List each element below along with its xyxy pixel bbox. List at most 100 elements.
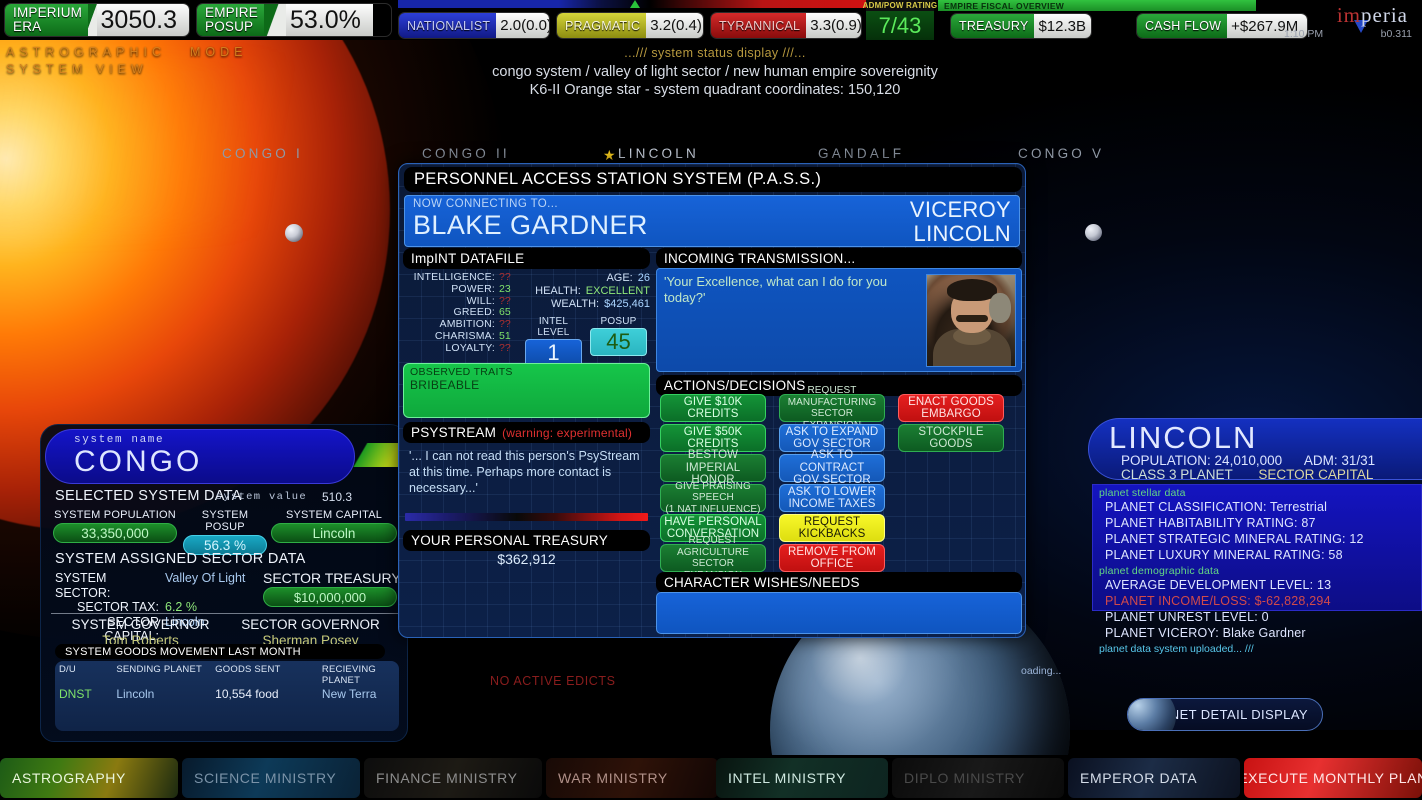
table-header-row: D/U SENDING PLANET GOODS SENT RECIEVING …: [59, 664, 376, 686]
no-active-edicts-label: NO ACTIVE EDICTS: [490, 674, 616, 688]
nav-astrography[interactable]: ASTROGRAPHY: [0, 758, 178, 798]
datafile-left-stats: INTELLIGENCE:?? POWER: 23 WILL:?? GREED: 6…: [403, 271, 521, 355]
faction-balance-strip: [398, 0, 934, 8]
incoming-transmission-body: 'Your Excellence, what can I do for you …: [656, 268, 1022, 372]
planet-population-row: POPULATION: 24,010,000 ADM: 31/31: [1121, 453, 1376, 468]
faction-tyrannical[interactable]: TYRANNICAL 3.3(0.9): [710, 12, 862, 39]
stat-row: CHARISMA: 51: [434, 329, 511, 342]
system-capital-cell[interactable]: SYSTEM CAPITAL Lincoln: [271, 509, 397, 543]
stat-row: POWER: 23: [451, 282, 511, 295]
personal-treasury-header: YOUR PERSONAL TREASURY: [403, 530, 650, 551]
astrographic-mode-label: ASTROGRAPHIC SYSTEM VIEW: [6, 45, 167, 76]
action-enact-goods-embargo[interactable]: ENACT GOODS EMBARGO: [898, 394, 1004, 422]
nav-war-ministry[interactable]: WAR MINISTRY: [546, 758, 718, 798]
psystream-header: PSYSTREAM (warning: experimental): [403, 422, 650, 443]
system-population-cell[interactable]: SYSTEM POPULATION 33,350,000: [53, 509, 177, 543]
system-info-panel: SV system name CONGO SELECTED SYSTEM DAT…: [40, 424, 423, 742]
planet-marker-congo-v[interactable]: [1085, 224, 1102, 241]
action-ask-to-lower-income-taxes[interactable]: ASK TO LOWER INCOME TAXES: [779, 484, 885, 512]
action-give-50k-credits[interactable]: GIVE $50K CREDITS: [660, 424, 766, 452]
empire-posup-label: EMPIRE POSUP: [197, 4, 264, 36]
demographic-line: PLANET VICEROY: Blake Gardner: [1105, 626, 1306, 640]
nav-finance-ministry[interactable]: FINANCE MINISTRY: [364, 758, 542, 798]
system-posup-cell[interactable]: SYSTEM POSUP 56.3 %: [183, 509, 267, 555]
transmission-text: 'Your Excellence, what can I do for you …: [664, 274, 888, 305]
demographic-line: AVERAGE DEVELOPMENT LEVEL: 13: [1105, 578, 1332, 592]
treasury-label: TREASURY: [951, 14, 1035, 38]
personal-treasury-value: $362,912: [497, 551, 556, 567]
planet-marker-congo-i[interactable]: [285, 224, 303, 242]
system-status-display: .../// system status display ///... cong…: [400, 46, 1030, 98]
nav-science-ministry[interactable]: SCIENCE MINISTRY: [182, 758, 360, 798]
planet-tab-congo-v[interactable]: CONGO V: [1018, 146, 1104, 161]
imperium-era-stat[interactable]: IMPERIUM ERA 3050.3: [4, 3, 190, 37]
action-give-10k-credits[interactable]: GIVE $10K CREDITS: [660, 394, 766, 422]
brand-logo: imperia 1:10 PM b0.311: [1284, 2, 1416, 40]
admpow-rating-value: 7/43: [866, 11, 934, 40]
goods-movement-header: SYSTEM GOODS MOVEMENT LAST MONTH: [55, 644, 385, 659]
table-row[interactable]: DNST Lincoln 10,554 food New Terra: [55, 686, 399, 701]
intel-level-label: INTEL LEVEL: [537, 316, 570, 338]
stellar-line: PLANET HABITABILITY RATING: 87: [1105, 516, 1316, 530]
person-name: BLAKE GARDNER: [413, 210, 648, 240]
treasury-stat[interactable]: TREASURY $12.3B: [950, 13, 1092, 39]
nav-emperor-data[interactable]: EMPEROR DATA: [1068, 758, 1240, 798]
connecting-label: NOW CONNECTING TO...: [413, 198, 558, 210]
datafile-right-stats: AGE: 26 HEALTH: EXCELLENT WEALTH: $425,461: [525, 272, 650, 311]
demographic-data-header: planet demographic data: [1099, 565, 1220, 577]
posup-label: POSUP: [600, 316, 637, 327]
actions-decisions-grid: GIVE $10K CREDITS GIVE $50K CREDITS BEST…: [660, 385, 1020, 581]
faction-nationalist[interactable]: NATIONALIST 2.0(0.0): [398, 12, 550, 39]
empire-posup-stat[interactable]: EMPIRE POSUP 53.0%: [196, 3, 392, 37]
action-request-agriculture-sector-expansion[interactable]: REQUEST AGRICULTURESECTOR EXPANSION: [660, 535, 766, 581]
action-bestow-imperial-honor[interactable]: BESTOW IMPERIAL HONOR: [660, 449, 766, 486]
psystream-text: '... I can not read this person's PsyStr…: [409, 449, 640, 495]
brand-wordmark: imperia: [1336, 3, 1408, 27]
character-wishes-body: [656, 592, 1022, 634]
faction-tyrannical-value: 3.3(0.9): [806, 13, 861, 38]
action-ask-to-expand-gov-sector[interactable]: ASK TO EXPAND GOV SECTOR: [779, 424, 885, 452]
empire-posup-value: 53.0%: [285, 4, 373, 36]
treasury-value: $12.3B: [1034, 14, 1091, 38]
stellar-line: PLANET STRATEGIC MINERAL RATING: 12: [1105, 532, 1364, 546]
action-request-manufacturing-sector-expansion[interactable]: REQUEST MANUFACTURINGSECTOR EXPANSION: [779, 385, 885, 431]
planet-tab-congo-i[interactable]: CONGO I: [222, 146, 303, 161]
impint-datafile-header: ImpINT DATAFILE: [403, 248, 650, 269]
stat-row: HEALTH: EXCELLENT: [535, 285, 650, 297]
planet-tab-gandalf[interactable]: GANDALF: [818, 146, 904, 161]
cash-flow-stat[interactable]: CASH FLOW +$267.9M: [1136, 13, 1308, 39]
demographic-line: PLANET UNREST LEVEL: 0: [1105, 610, 1269, 624]
planet-tab-lincoln[interactable]: LINCOLN: [618, 146, 699, 161]
portrait-moustache: [956, 315, 988, 322]
imperium-era-value: 3050.3: [96, 4, 189, 36]
nav-diplo-ministry[interactable]: DIPLO MINISTRY: [892, 758, 1064, 798]
nav-intel-ministry[interactable]: INTEL MINISTRY: [716, 758, 888, 798]
observed-traits-panel: OBSERVED TRAITS BRIBEABLE: [403, 363, 650, 418]
system-name-value: CONGO: [74, 445, 203, 478]
status-line-3: K6-II Orange star - system quadrant coor…: [529, 82, 901, 98]
sector-data-header: SYSTEM ASSIGNED SECTOR DATA: [55, 551, 306, 567]
observed-traits-header: OBSERVED TRAITS: [410, 366, 513, 378]
loading-indicator: oading...: [1021, 665, 1062, 677]
action-remove-from-office[interactable]: REMOVE FROM OFFICE: [779, 544, 885, 572]
action-ask-to-contract-gov-sector[interactable]: ASK TO CONTRACT GOV SECTOR: [779, 449, 885, 486]
planet-data-readout: planet stellar data PLANET CLASSIFICATIO…: [1021, 484, 1422, 677]
action-request-kickbacks[interactable]: REQUEST KICKBACKS: [779, 514, 885, 542]
nav-execute-monthly-plan[interactable]: EXECUTE MONTHLY PLAN: [1244, 758, 1422, 798]
system-name-capsule[interactable]: system name CONGO: [45, 429, 355, 484]
stat-row: WEALTH: $425,461: [551, 298, 650, 310]
faction-pragmatic[interactable]: PRAGMATIC 3.2(0.4): [556, 12, 704, 39]
faction-tyrannical-label: TYRANNICAL: [711, 13, 807, 38]
build-version: b0.311: [1380, 28, 1412, 40]
person-role-location: LINCOLN: [913, 221, 1011, 246]
imperium-era-label: IMPERIUM ERA: [5, 4, 89, 36]
action-give-praising-speech[interactable]: GIVE PRAISING SPEECH (1 NAT INFLUENCE): [660, 481, 766, 515]
astrographic-mode-suffix: MODE: [190, 45, 248, 59]
planet-tab-congo-ii[interactable]: CONGO II: [422, 146, 510, 161]
posup-value: 45: [590, 328, 647, 356]
sector-row: SYSTEM SECTOR: Valley Of Light: [55, 571, 246, 600]
planet-data-footer: planet data system uploaded... ///: [1099, 643, 1254, 655]
planet-name-capsule[interactable]: LINCOLN POPULATION: 24,010,000 ADM: 31/3…: [1088, 418, 1422, 482]
action-stockpile-goods[interactable]: STOCKPILE GOODS: [898, 424, 1004, 452]
planet-detail-display-button[interactable]: PLANET DETAIL DISPLAY: [1127, 698, 1323, 731]
